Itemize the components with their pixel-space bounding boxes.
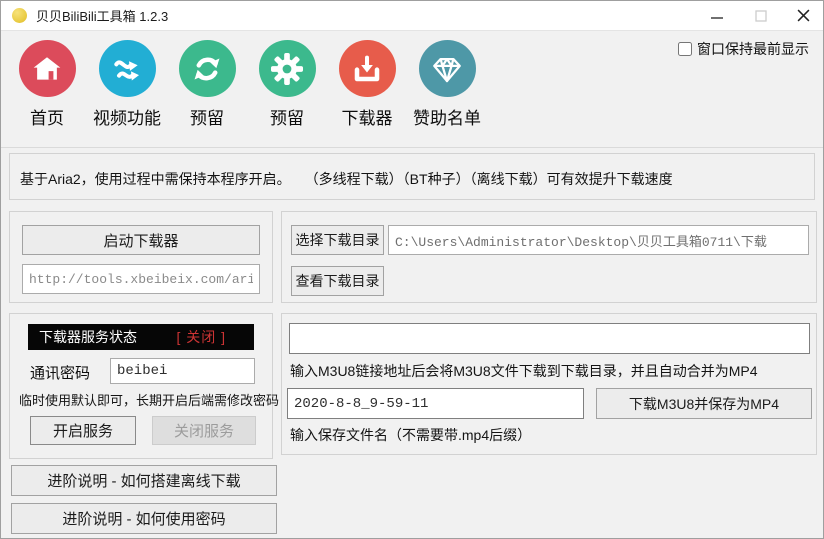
app-window: 贝贝BiliBili工具箱 1.2.3 首页 视频功能 预留 预留 下载器 赞助… <box>0 0 824 539</box>
password-label: 通讯密码 <box>30 365 91 382</box>
nav-item-home[interactable]: 首页 <box>7 40 87 129</box>
nav-label-video: 视频功能 <box>93 109 161 128</box>
gear-icon <box>258 40 316 97</box>
nav-item-reserved-1[interactable]: 预留 <box>167 40 247 129</box>
service-status-value: [ 关闭 ] <box>176 329 226 345</box>
nav-item-sponsors[interactable]: 赞助名单 <box>407 40 487 129</box>
service-status-label: 下载器服务状态 <box>39 329 137 345</box>
download-path-input[interactable] <box>388 225 809 255</box>
stop-service-button[interactable]: 关闭服务 <box>152 416 256 445</box>
password-hint: 临时使用默认即可，长期开启后端需修改密码 <box>19 393 280 408</box>
m3u8-url-input[interactable] <box>289 323 810 354</box>
launcher-groupbox: 启动下载器 <box>9 211 273 303</box>
aria2-url-input[interactable] <box>22 264 260 294</box>
close-icon <box>797 9 810 22</box>
window-title: 贝贝BiliBili工具箱 1.2.3 <box>36 9 169 24</box>
download-icon <box>338 40 396 97</box>
save-filename-input[interactable] <box>287 388 584 419</box>
notice-text: 基于Aria2，使用过程中需保持本程序开启。 （多线程下载）（BT种子）（离线下… <box>20 171 673 187</box>
download-m3u8-button[interactable]: 下载M3U8并保存为MP4 <box>596 388 812 419</box>
refresh-icon <box>178 40 236 97</box>
app-icon <box>12 8 27 23</box>
keep-on-top-option: 窗口保持最前显示 <box>678 39 809 59</box>
service-status-bar: 下载器服务状态 [ 关闭 ] <box>28 324 254 350</box>
maximize-button[interactable] <box>743 1 779 30</box>
directory-groupbox: 选择下载目录 查看下载目录 <box>281 211 817 303</box>
main-toolbar: 首页 视频功能 预留 预留 下载器 赞助名单 窗口保持最前显示 <box>1 31 823 148</box>
home-icon <box>18 40 76 97</box>
filename-hint: 输入保存文件名（不需要带.mp4后缀） <box>290 427 532 443</box>
minimize-button[interactable] <box>699 1 735 30</box>
nav-item-downloader[interactable]: 下载器 <box>327 40 407 129</box>
notice-groupbox: 基于Aria2，使用过程中需保持本程序开启。 （多线程下载）（BT种子）（离线下… <box>9 153 815 200</box>
title-bar: 贝贝BiliBili工具箱 1.2.3 <box>1 1 823 31</box>
m3u8-groupbox: 输入M3U8链接地址后会将M3U8文件下载到下载目录，并且自动合并为MP4 下载… <box>281 313 817 455</box>
help-password-button[interactable]: 进阶说明 - 如何使用密码 <box>11 503 277 534</box>
m3u8-url-hint: 输入M3U8链接地址后会将M3U8文件下载到下载目录，并且自动合并为MP4 <box>290 363 758 379</box>
close-button[interactable] <box>785 1 821 30</box>
minimize-icon <box>711 10 723 22</box>
service-groupbox: 下载器服务状态 [ 关闭 ] 通讯密码 临时使用默认即可，长期开启后端需修改密码… <box>9 313 279 459</box>
nav-label-reserved-1: 预留 <box>190 109 224 128</box>
nav-label-downloader: 下载器 <box>341 109 393 128</box>
nav-label-reserved-2: 预留 <box>270 109 304 128</box>
start-downloader-button[interactable]: 启动下载器 <box>22 225 260 255</box>
shuffle-icon <box>98 40 156 97</box>
nav-label-sponsors: 赞助名单 <box>413 109 481 128</box>
help-offline-button[interactable]: 进阶说明 - 如何搭建离线下载 <box>11 465 277 496</box>
nav-label-home: 首页 <box>30 109 64 128</box>
password-input[interactable] <box>110 358 255 384</box>
nav-item-reserved-2[interactable]: 预留 <box>247 40 327 129</box>
view-directory-button[interactable]: 查看下载目录 <box>291 266 384 296</box>
maximize-icon <box>755 9 767 22</box>
nav-item-video[interactable]: 视频功能 <box>87 40 167 129</box>
keep-on-top-checkbox[interactable] <box>678 42 692 56</box>
start-service-button[interactable]: 开启服务 <box>30 416 136 445</box>
nav-bar: 首页 视频功能 预留 预留 下载器 赞助名单 <box>7 40 487 129</box>
choose-directory-button[interactable]: 选择下载目录 <box>291 225 384 255</box>
keep-on-top-label: 窗口保持最前显示 <box>697 41 809 57</box>
diamond-icon <box>418 40 476 97</box>
